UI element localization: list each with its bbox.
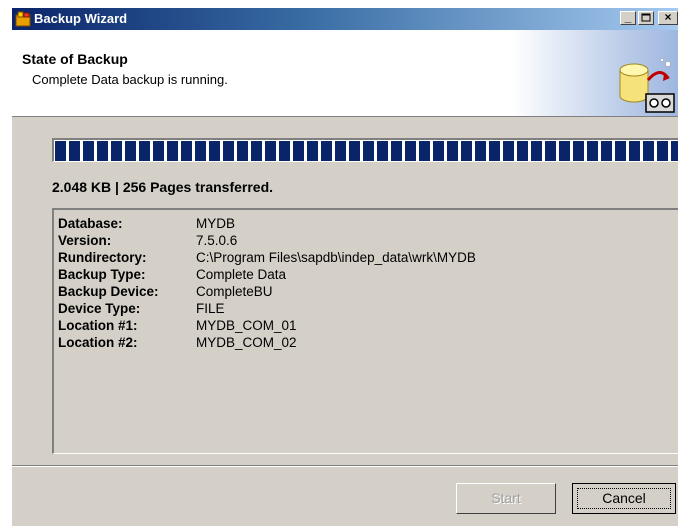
window-title: Backup Wizard [34,11,128,26]
details-value: MYDB_COM_02 [196,335,297,350]
details-label: Device Type: [58,301,141,316]
progress-fill [55,141,678,161]
button-separator [12,465,678,467]
page-title: State of Backup [22,51,128,67]
title-bar[interactable]: Backup Wizard _ × [12,8,678,30]
app-icon [15,11,31,27]
details-label: Rundirectory: [58,250,147,265]
details-value: MYDB_COM_01 [196,318,297,333]
details-label: Database: [58,216,123,231]
details-label: Version: [58,233,112,248]
backup-progress-bar [52,138,678,162]
details-value: CompleteBU [196,284,273,299]
details-value: C:\Program Files\sapdb\indep_data\wrk\MY… [196,250,476,265]
backup-details-panel: Database: MYDB Version: 7.5.0.6 Rundirec… [52,208,678,454]
transfer-status: 2.048 KB | 256 Pages transferred. [52,179,274,195]
wizard-header: State of Backup Complete Data backup is … [12,30,678,117]
details-label: Backup Type: [58,267,146,282]
cancel-button[interactable]: Cancel [572,483,676,514]
database-backup-graphic-icon [619,58,675,113]
page-subtitle: Complete Data backup is running. [32,72,228,87]
minimize-icon: _ [624,10,632,24]
details-label: Backup Device: [58,284,159,299]
details-label: Location #1: [58,318,138,333]
details-value: 7.5.0.6 [196,233,238,248]
details-value: Complete Data [196,267,287,282]
maximize-button[interactable] [638,11,654,25]
minimize-button[interactable]: _ [620,10,636,25]
start-button[interactable]: Start [456,483,556,514]
close-button[interactable]: × [658,10,678,25]
backup-wizard-window: Backup Wizard _ × State of Backup Comple… [12,8,678,526]
maximize-icon [641,13,651,22]
details-value: FILE [196,301,225,316]
details-value: MYDB [196,216,236,231]
focus-ring [577,488,671,509]
details-label: Location #2: [58,335,138,350]
close-icon: × [664,10,672,24]
